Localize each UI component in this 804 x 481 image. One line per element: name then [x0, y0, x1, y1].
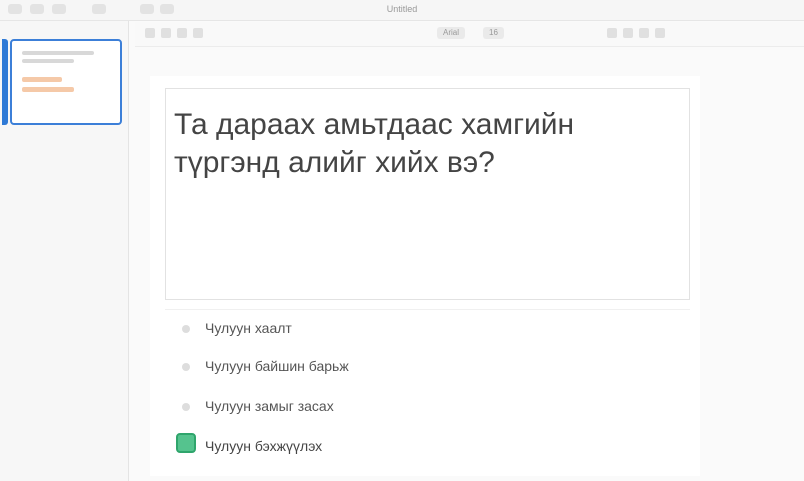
- thumbnail-answer: [22, 87, 74, 92]
- title-bar: Untitled: [0, 0, 804, 21]
- answer-option[interactable]: Чулуун байшин барьж: [178, 356, 678, 380]
- answer-option[interactable]: Чулуун замыг засах: [178, 396, 678, 420]
- answer-label: Чулуун хаалт: [205, 320, 292, 336]
- format-toolbar: Arial 16: [135, 22, 804, 47]
- strikethrough-icon[interactable]: [193, 28, 203, 38]
- checked-icon[interactable]: [176, 433, 196, 453]
- bold-icon[interactable]: [145, 28, 155, 38]
- answer-label: Чулуун байшин барьж: [205, 358, 349, 374]
- slide-thumbnail[interactable]: [2, 39, 122, 125]
- align-center-icon[interactable]: [623, 28, 633, 38]
- thumbnail-answer: [22, 77, 62, 82]
- divider: [165, 309, 690, 310]
- radio-icon[interactable]: [182, 403, 190, 411]
- answer-option-selected[interactable]: Чулуун бэхжүүлэх: [176, 433, 678, 460]
- radio-icon[interactable]: [182, 363, 190, 371]
- italic-icon[interactable]: [161, 28, 171, 38]
- answer-label: Чулуун бэхжүүлэх: [205, 438, 323, 454]
- list-icon[interactable]: [655, 28, 665, 38]
- question-text[interactable]: Та дараах амьтдаас хамгийн түргэнд алийг…: [174, 106, 684, 182]
- font-family-select[interactable]: Arial: [437, 27, 466, 39]
- align-right-icon[interactable]: [639, 28, 649, 38]
- slide-sidebar: [0, 21, 129, 481]
- active-slide-marker: [2, 39, 8, 125]
- align-left-icon[interactable]: [607, 28, 617, 38]
- answer-label: Чулуун замыг засах: [205, 398, 334, 414]
- document-title: Untitled: [386, 4, 418, 14]
- thumbnail-text: [22, 51, 94, 55]
- answer-option[interactable]: Чулуун хаалт: [178, 318, 678, 342]
- font-size-select[interactable]: 16: [483, 27, 504, 39]
- radio-icon[interactable]: [182, 325, 190, 333]
- thumbnail-text: [22, 59, 74, 63]
- underline-icon[interactable]: [177, 28, 187, 38]
